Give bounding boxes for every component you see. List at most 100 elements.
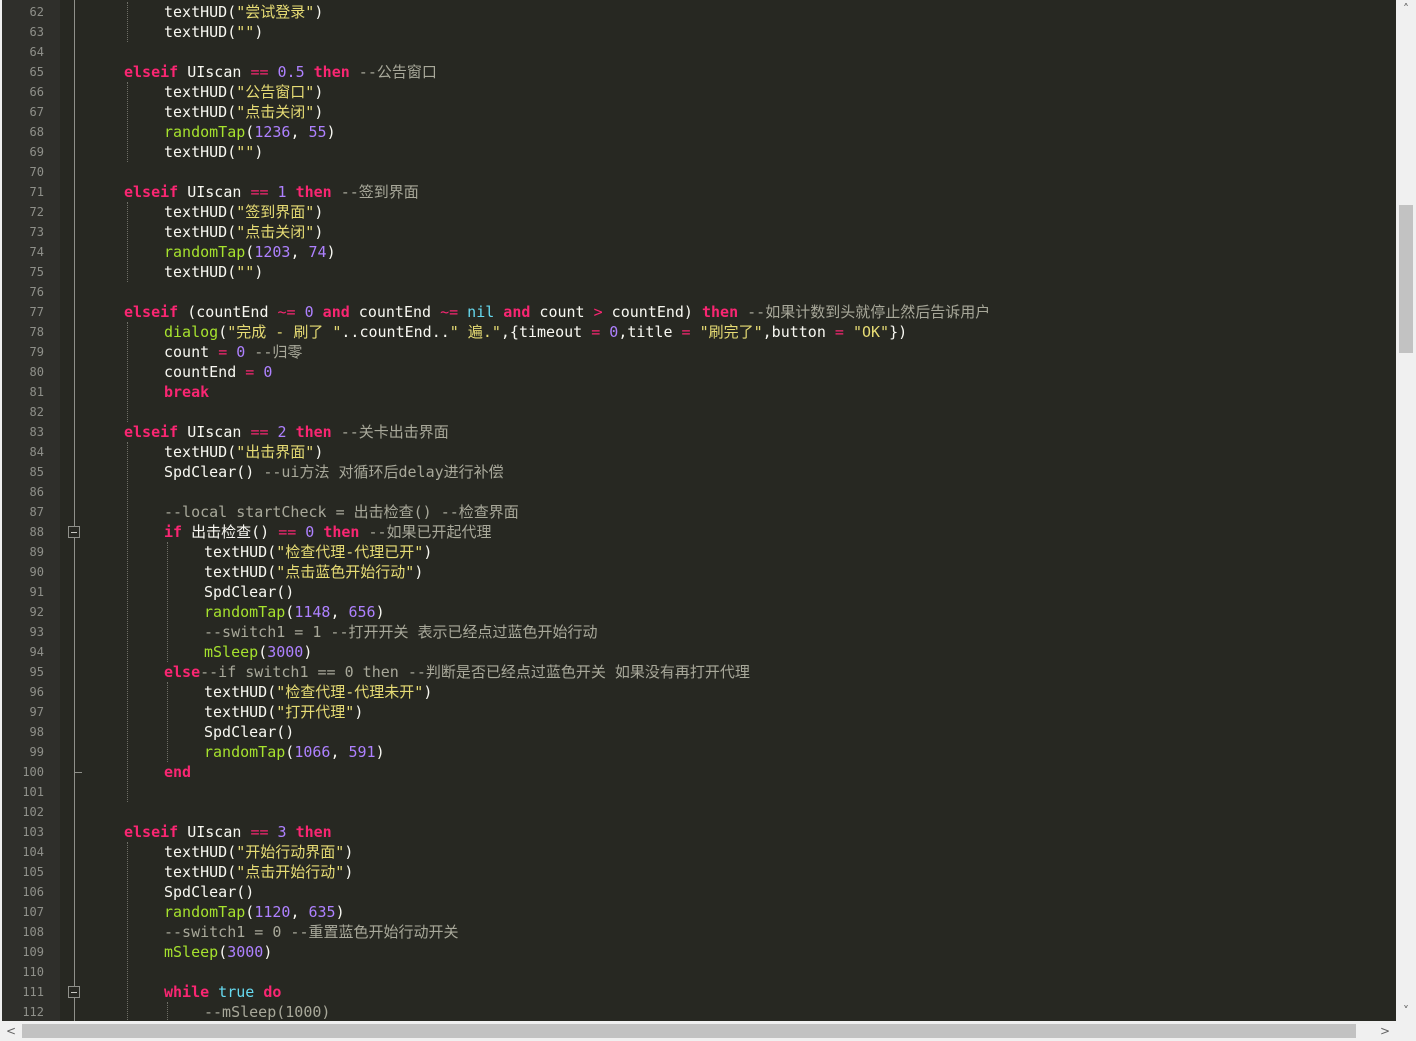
code-line[interactable]: 109 mSleep(3000) <box>2 942 1396 962</box>
code-line[interactable]: 83 elseif UIscan == 2 then --关卡出击界面 <box>2 422 1396 442</box>
code-text[interactable]: else--if switch1 == 0 then --判断是否已经点过蓝色开… <box>164 662 750 682</box>
code-line[interactable]: 62 textHUD("尝试登录") <box>2 2 1396 22</box>
code-text[interactable]: randomTap(1203, 74) <box>164 242 336 262</box>
code-text[interactable]: textHUD("点击关闭") <box>164 102 323 122</box>
code-text[interactable]: textHUD("点击开始行动") <box>164 862 353 882</box>
code-line[interactable]: 81 break <box>2 382 1396 402</box>
code-line[interactable]: 63 textHUD("") <box>2 22 1396 42</box>
code-line[interactable]: 89 textHUD("检查代理-代理已开") <box>2 542 1396 562</box>
code-line[interactable]: 101 <box>2 782 1396 802</box>
code-text[interactable]: SpdClear() <box>204 722 294 742</box>
code-text[interactable]: --mSleep(1000) <box>204 1002 330 1021</box>
code-text[interactable]: textHUD("点击关闭") <box>164 222 323 242</box>
scroll-up-icon[interactable]: ˄ <box>1399 2 1413 16</box>
code-line[interactable]: 86 <box>2 482 1396 502</box>
code-line[interactable]: 88 if 出击检查() == 0 then --如果已开起代理 <box>2 522 1396 542</box>
code-text[interactable]: textHUD("") <box>164 22 263 42</box>
code-text[interactable]: randomTap(1148, 656) <box>204 602 385 622</box>
code-line[interactable]: 99 randomTap(1066, 591) <box>2 742 1396 762</box>
code-text[interactable]: --local startCheck = 出击检查() --检查界面 <box>164 502 519 522</box>
code-line[interactable]: 67 textHUD("点击关闭") <box>2 102 1396 122</box>
code-editor[interactable]: 62 textHUD("尝试登录") 63 textHUD("") 64 65 elseif… <box>2 0 1396 1021</box>
code-line[interactable]: 87 --local startCheck = 出击检查() --检查界面 <box>2 502 1396 522</box>
horizontal-scrollbar-thumb[interactable] <box>22 1024 1356 1038</box>
code-line[interactable]: 90 textHUD("点击蓝色开始行动") <box>2 562 1396 582</box>
code-text[interactable]: SpdClear() <box>204 582 294 602</box>
code-line[interactable]: 68 randomTap(1236, 55) <box>2 122 1396 142</box>
code-text[interactable]: elseif (countEnd ~= 0 and countEnd ~= ni… <box>124 302 990 322</box>
code-text[interactable]: break <box>164 382 209 402</box>
code-text[interactable]: countEnd = 0 <box>164 362 272 382</box>
code-text[interactable]: textHUD("检查代理-代理已开") <box>204 542 432 562</box>
code-line[interactable]: 74 randomTap(1203, 74) <box>2 242 1396 262</box>
code-line[interactable]: 102 <box>2 802 1396 822</box>
code-text[interactable]: elseif UIscan == 1 then --签到界面 <box>124 182 419 202</box>
code-line[interactable]: 93 --switch1 = 1 --打开开关 表示已经点过蓝色开始行动 <box>2 622 1396 642</box>
code-line[interactable]: 64 <box>2 42 1396 62</box>
code-text[interactable]: textHUD("") <box>164 262 263 282</box>
code-text[interactable]: --switch1 = 1 --打开开关 表示已经点过蓝色开始行动 <box>204 622 598 642</box>
code-line[interactable]: 100 end <box>2 762 1396 782</box>
code-text[interactable]: SpdClear() <box>164 882 254 902</box>
code-line[interactable]: 70 <box>2 162 1396 182</box>
code-text[interactable]: mSleep(3000) <box>164 942 272 962</box>
code-line[interactable]: 111 while true do <box>2 982 1396 1002</box>
code-line[interactable]: 92 randomTap(1148, 656) <box>2 602 1396 622</box>
code-text[interactable]: textHUD("检查代理-代理未开") <box>204 682 432 702</box>
code-line[interactable]: 77 elseif (countEnd ~= 0 and countEnd ~= … <box>2 302 1396 322</box>
code-text[interactable]: textHUD("尝试登录") <box>164 2 323 22</box>
code-line[interactable]: 72 textHUD("签到界面") <box>2 202 1396 222</box>
code-text[interactable]: textHUD("") <box>164 142 263 162</box>
code-text[interactable]: count = 0 --归零 <box>164 342 302 362</box>
fold-collapse-icon[interactable] <box>68 986 80 998</box>
code-line[interactable]: 76 <box>2 282 1396 302</box>
code-line[interactable]: 75 textHUD("") <box>2 262 1396 282</box>
code-line[interactable]: 112 --mSleep(1000) <box>2 1002 1396 1021</box>
code-line[interactable]: 98 SpdClear() <box>2 722 1396 742</box>
code-line[interactable]: 105 textHUD("点击开始行动") <box>2 862 1396 882</box>
scroll-right-icon[interactable]: > <box>1378 1024 1392 1038</box>
code-line[interactable]: 106 SpdClear() <box>2 882 1396 902</box>
scroll-left-icon[interactable]: < <box>4 1024 18 1038</box>
code-text[interactable]: textHUD("公告窗口") <box>164 82 323 102</box>
code-line[interactable]: 110 <box>2 962 1396 982</box>
vertical-scrollbar-thumb[interactable] <box>1399 205 1413 353</box>
code-text[interactable]: elseif UIscan == 2 then --关卡出击界面 <box>124 422 449 442</box>
code-line[interactable]: 66 textHUD("公告窗口") <box>2 82 1396 102</box>
code-text[interactable]: while true do <box>164 982 281 1002</box>
code-text[interactable]: if 出击检查() == 0 then --如果已开起代理 <box>164 522 492 542</box>
code-line[interactable]: 65 elseif UIscan == 0.5 then --公告窗口 <box>2 62 1396 82</box>
vertical-scrollbar[interactable] <box>1396 0 1416 1021</box>
code-text[interactable]: randomTap(1066, 591) <box>204 742 385 762</box>
code-text[interactable]: SpdClear() --ui方法 对循环后delay进行补偿 <box>164 462 504 482</box>
code-line[interactable]: 97 textHUD("打开代理") <box>2 702 1396 722</box>
code-line[interactable]: 73 textHUD("点击关闭") <box>2 222 1396 242</box>
code-text[interactable]: textHUD("点击蓝色开始行动") <box>204 562 423 582</box>
code-line[interactable]: 71 elseif UIscan == 1 then --签到界面 <box>2 182 1396 202</box>
code-line[interactable]: 82 <box>2 402 1396 422</box>
code-line[interactable]: 107 randomTap(1120, 635) <box>2 902 1396 922</box>
code-line[interactable]: 103 elseif UIscan == 3 then <box>2 822 1396 842</box>
code-text[interactable]: textHUD("出击界面") <box>164 442 323 462</box>
code-line[interactable]: 91 SpdClear() <box>2 582 1396 602</box>
code-line[interactable]: 84 textHUD("出击界面") <box>2 442 1396 462</box>
code-line[interactable]: 94 mSleep(3000) <box>2 642 1396 662</box>
scroll-down-icon[interactable]: ˅ <box>1399 1004 1413 1018</box>
code-text[interactable]: randomTap(1236, 55) <box>164 122 336 142</box>
code-text[interactable]: textHUD("签到界面") <box>164 202 323 222</box>
code-text[interactable]: elseif UIscan == 3 then <box>124 822 332 842</box>
code-text[interactable]: dialog("完成 - 刷了 "..countEnd.." 遍.",{time… <box>164 322 907 342</box>
code-line[interactable]: 104 textHUD("开始行动界面") <box>2 842 1396 862</box>
code-line[interactable]: 85 SpdClear() --ui方法 对循环后delay进行补偿 <box>2 462 1396 482</box>
code-line[interactable]: 69 textHUD("") <box>2 142 1396 162</box>
code-text[interactable]: --switch1 = 0 --重置蓝色开始行动开关 <box>164 922 459 942</box>
code-text[interactable]: mSleep(3000) <box>204 642 312 662</box>
code-text[interactable]: textHUD("开始行动界面") <box>164 842 353 862</box>
code-line[interactable]: 80 countEnd = 0 <box>2 362 1396 382</box>
code-line[interactable]: 96 textHUD("检查代理-代理未开") <box>2 682 1396 702</box>
code-text[interactable]: randomTap(1120, 635) <box>164 902 345 922</box>
code-text[interactable]: textHUD("打开代理") <box>204 702 363 722</box>
code-line[interactable]: 79 count = 0 --归零 <box>2 342 1396 362</box>
code-line[interactable]: 108 --switch1 = 0 --重置蓝色开始行动开关 <box>2 922 1396 942</box>
code-text[interactable]: end <box>164 762 191 782</box>
